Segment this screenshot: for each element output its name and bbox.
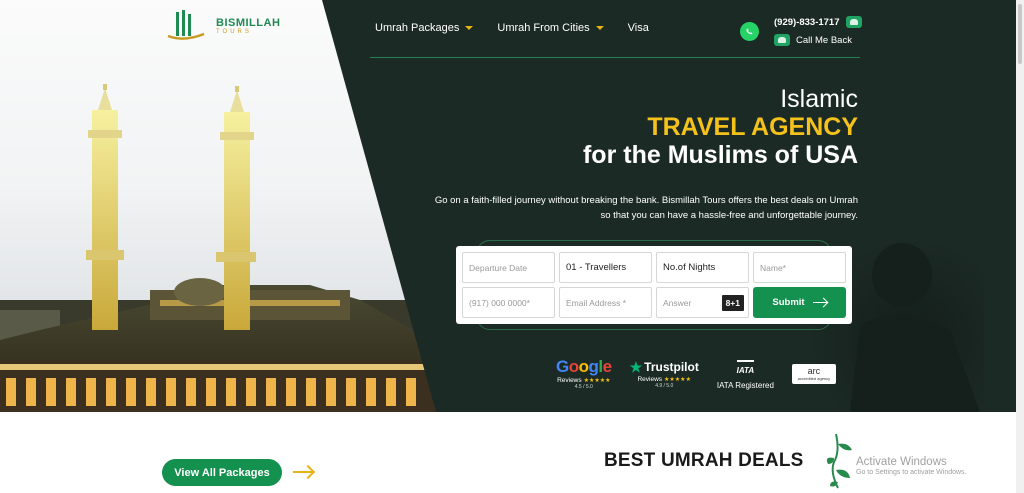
rating-stars-icon: ★★★★★ <box>583 378 611 384</box>
nav-label: Visa <box>627 22 649 34</box>
windows-activation-watermark: Activate Windows Go to Settings to activ… <box>856 456 967 476</box>
view-all-packages-button[interactable]: View All Packages <box>162 459 282 486</box>
captcha-answer-placeholder: Answer <box>663 297 692 308</box>
headline-line-2: TRAVEL AGENCY <box>647 113 858 141</box>
activation-title: Activate Windows <box>856 456 947 468</box>
inquiry-form: Departure Date 01 - Travellers No.of Nig… <box>456 246 852 324</box>
call-me-back-link[interactable]: Call Me Back <box>774 34 862 46</box>
rating-stars-icon: ★★★★★ <box>664 376 691 383</box>
iata-badge[interactable]: IATA IATA Registered <box>717 358 774 390</box>
arc-subtitle: accredited agency <box>797 375 831 381</box>
brand-logo[interactable]: BISMILLAH TOURS <box>164 10 280 42</box>
hero-intro: Go on a faith-filled journey without bre… <box>434 195 858 221</box>
google-letter: o <box>578 357 589 376</box>
headline-line-3: for the Muslims of USA <box>582 141 858 169</box>
main-nav: Umrah Packages Umrah From Cities Visa <box>375 22 649 34</box>
phone-icon <box>845 16 862 28</box>
arrow-right-icon[interactable] <box>293 471 313 473</box>
activation-subtitle: Go to Settings to activate Windows. <box>856 469 967 476</box>
submit-label: Submit <box>772 297 805 308</box>
brand-subtitle: TOURS <box>216 29 252 35</box>
email-field[interactable]: Email Address * <box>559 287 652 318</box>
nav-divider <box>370 57 860 58</box>
google-logo: Google <box>556 357 612 377</box>
chevron-down-icon <box>465 26 474 30</box>
whatsapp-glyph <box>746 28 753 35</box>
arc-badge[interactable]: arc accredited agency <box>791 363 836 384</box>
nights-select[interactable]: No.of Nights <box>656 252 749 283</box>
trustpilot-star-icon: ★ <box>629 358 643 375</box>
hero-headline: Islamic TRAVEL AGENCY for the Muslims of… <box>583 86 858 170</box>
nav-umrah-packages[interactable]: Umrah Packages <box>375 22 474 34</box>
phone-number: (929)-833-1717 <box>774 16 840 28</box>
google-letter: e <box>602 357 612 376</box>
trustpilot-logo: ★ Trustpilot <box>630 359 699 376</box>
google-score: 4.5 / 5.0 <box>574 384 593 390</box>
trustpilot-sub-text: Reviews <box>637 375 663 383</box>
trustpilot-badge[interactable]: ★ Trustpilot Reviews ★★★★★ 4.9 / 5.0 <box>630 359 699 389</box>
phone-callback-icon <box>774 34 790 46</box>
brand-mark-icon <box>167 10 205 40</box>
google-letter: G <box>556 357 569 376</box>
google-sub-text: Reviews <box>557 377 582 384</box>
arc-name: arc <box>807 365 821 376</box>
pilgrim-silhouette <box>850 243 980 412</box>
section-title: BEST UMRAH DEALS <box>604 450 804 471</box>
trustpilot-name: Trustpilot <box>644 360 699 374</box>
chevron-down-icon <box>595 26 604 30</box>
google-reviews-label: Reviews ★★★★★ <box>557 377 610 384</box>
google-reviews-badge[interactable]: Google Reviews ★★★★★ 4.5 / 5.0 <box>556 357 612 390</box>
nav-label: Umrah Packages <box>375 22 460 34</box>
submit-button[interactable]: Submit <box>753 287 846 318</box>
headline-line-1: Islamic <box>780 85 858 113</box>
captcha-question: 8+1 <box>721 295 744 311</box>
trust-badges: Google Reviews ★★★★★ 4.5 / 5.0 ★ Trustpi… <box>556 357 836 390</box>
phone-field[interactable]: (917) 000 0000* <box>462 287 555 318</box>
captcha-answer-field[interactable]: Answer 8+1 <box>656 287 749 318</box>
phone-link[interactable]: (929)-833-1717 <box>774 16 862 28</box>
contact-block: (929)-833-1717 Call Me Back <box>774 16 862 46</box>
travellers-select[interactable]: 01 - Travellers <box>559 252 652 283</box>
page-scrollbar[interactable] <box>1016 0 1024 493</box>
name-field[interactable]: Name* <box>753 252 846 283</box>
arrow-right-icon <box>812 301 827 304</box>
page: BISMILLAH TOURS Umrah Packages Umrah Fro… <box>0 0 1024 493</box>
iata-label: IATA Registered <box>716 380 774 390</box>
trustpilot-score: 4.9 / 5.0 <box>655 382 674 389</box>
whatsapp-icon[interactable] <box>740 22 759 41</box>
google-letter: g <box>588 357 599 376</box>
departure-date-field[interactable]: Departure Date <box>462 252 555 283</box>
brand-name: BISMILLAH <box>216 17 281 29</box>
iata-logo: IATA <box>736 359 755 375</box>
nav-umrah-from-cities[interactable]: Umrah From Cities <box>497 22 604 34</box>
leaf-ornament-icon <box>826 433 852 489</box>
google-letter: o <box>568 357 579 376</box>
call-me-back-label: Call Me Back <box>796 34 852 46</box>
trustpilot-reviews-label: Reviews ★★★★★ <box>637 376 690 383</box>
hero-section: BISMILLAH TOURS Umrah Packages Umrah Fro… <box>0 0 1024 412</box>
nav-visa[interactable]: Visa <box>628 22 649 34</box>
nav-label: Umrah From Cities <box>497 22 590 34</box>
